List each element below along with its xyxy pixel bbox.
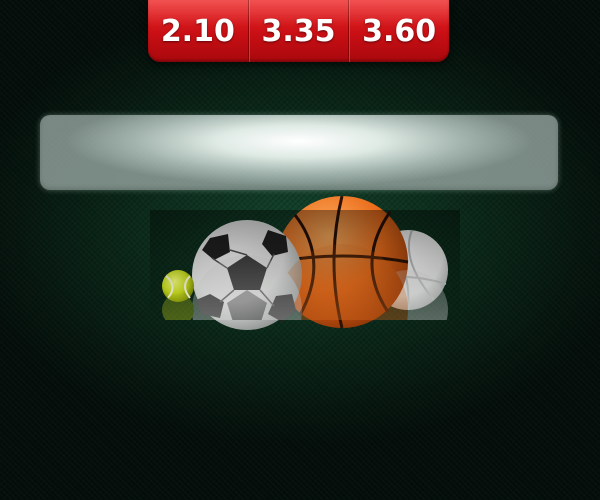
glow-panel [40,115,558,190]
odds-button-home[interactable]: 2.10 [148,0,248,62]
odds-button-away[interactable]: 3.60 [348,0,449,62]
odds-button-draw[interactable]: 3.35 [247,0,349,62]
odds-bar: 2.10 3.35 3.60 [148,0,449,62]
balls-reflection [150,210,460,320]
